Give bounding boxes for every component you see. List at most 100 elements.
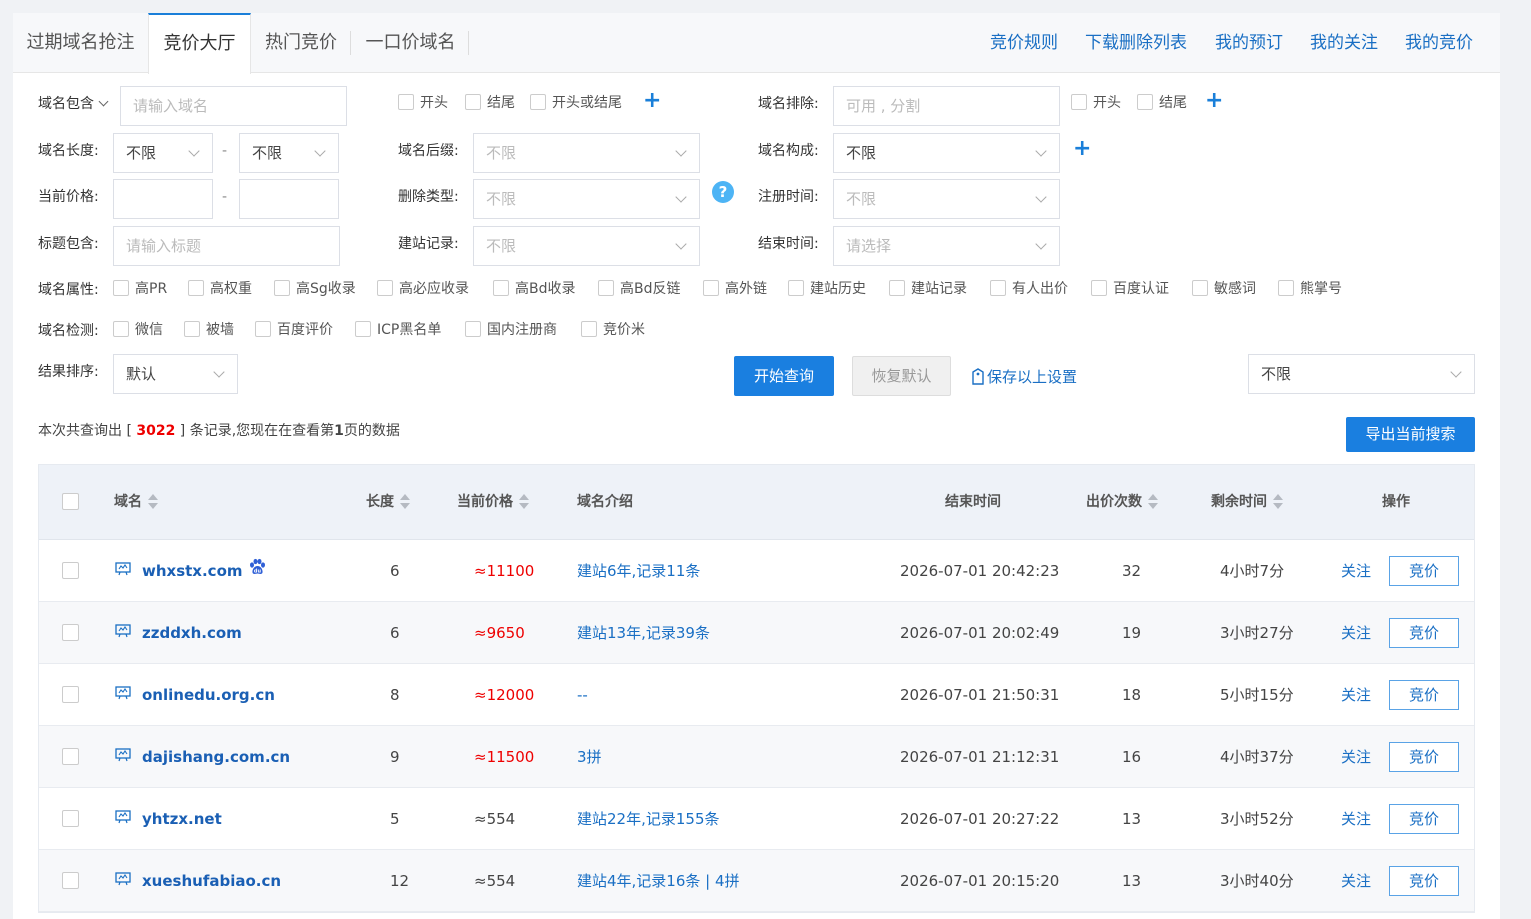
length-min-select[interactable]: 不限 bbox=[113, 133, 213, 173]
contain-end-checkbox[interactable]: 结尾 bbox=[465, 93, 515, 113]
link-auction-rules[interactable]: 竞价规则 bbox=[990, 13, 1058, 73]
link-my-bids[interactable]: 我的竞价 bbox=[1405, 13, 1473, 73]
attr-site-record[interactable]: 建站记录 bbox=[889, 279, 967, 299]
tab-expired-domains[interactable]: 过期域名抢注 bbox=[13, 13, 148, 73]
header-price[interactable]: 当前价格 bbox=[457, 465, 529, 540]
domain-link[interactable]: onlinedu.org.cn bbox=[142, 664, 275, 726]
chevron-down-icon[interactable] bbox=[98, 96, 109, 107]
attr-high-sg-index[interactable]: 高Sg收录 bbox=[274, 279, 356, 299]
domain-exclude-input[interactable]: 可用 , 分割 bbox=[833, 86, 1060, 126]
domain-intro[interactable]: 建站22年,记录155条 bbox=[577, 788, 720, 850]
domain-link[interactable]: zzddxh.com bbox=[142, 602, 242, 664]
site-record-select[interactable]: 不限 bbox=[473, 226, 700, 266]
bid-button[interactable]: 竞价 bbox=[1389, 556, 1459, 586]
site-preview-icon[interactable] bbox=[115, 810, 131, 824]
site-preview-icon[interactable] bbox=[115, 624, 131, 638]
bid-button[interactable]: 竞价 bbox=[1389, 742, 1459, 772]
reset-button[interactable]: 恢复默认 bbox=[852, 356, 951, 396]
attr-high-bd-backlinks[interactable]: 高Bd反链 bbox=[598, 279, 681, 299]
domain-link[interactable]: yhtzx.net bbox=[142, 788, 222, 850]
domain-link[interactable]: dajishang.com.cn bbox=[142, 726, 290, 788]
check-wechat[interactable]: 微信 bbox=[113, 320, 163, 340]
composition-select[interactable]: 不限 bbox=[833, 133, 1060, 173]
follow-button[interactable]: 关注 bbox=[1341, 726, 1371, 788]
add-exclude-icon[interactable]: + bbox=[1205, 90, 1223, 112]
follow-button[interactable]: 关注 bbox=[1341, 788, 1371, 850]
follow-button[interactable]: 关注 bbox=[1341, 602, 1371, 664]
attr-high-pr[interactable]: 高PR bbox=[113, 279, 167, 299]
attr-high-weight[interactable]: 高权重 bbox=[188, 279, 252, 299]
bid-button[interactable]: 竞价 bbox=[1389, 804, 1459, 834]
attr-has-bids[interactable]: 有人出价 bbox=[990, 279, 1068, 299]
contain-start-or-end-checkbox[interactable]: 开头或结尾 bbox=[530, 93, 622, 113]
sort-icon[interactable] bbox=[148, 494, 158, 510]
length-max-select[interactable]: 不限 bbox=[239, 133, 339, 173]
attr-sensitive-words[interactable]: 敏感词 bbox=[1192, 279, 1256, 299]
price-max-input[interactable] bbox=[239, 179, 339, 219]
row-checkbox[interactable] bbox=[62, 872, 79, 889]
check-domestic-registrar[interactable]: 国内注册商 bbox=[465, 320, 557, 340]
follow-button[interactable]: 关注 bbox=[1341, 664, 1371, 726]
site-preview-icon[interactable] bbox=[115, 748, 131, 762]
help-icon[interactable]: ? bbox=[712, 181, 734, 203]
delete-type-select[interactable]: 不限 bbox=[473, 179, 700, 219]
suffix-select[interactable]: 不限 bbox=[473, 133, 700, 173]
reg-time-select[interactable]: 不限 bbox=[833, 179, 1060, 219]
domain-intro[interactable]: 建站13年,记录39条 bbox=[577, 602, 710, 664]
end-time-select[interactable]: 请选择 bbox=[833, 226, 1060, 266]
link-download-delete-list[interactable]: 下载删除列表 bbox=[1085, 13, 1187, 73]
domain-intro[interactable]: -- bbox=[577, 664, 588, 726]
follow-button[interactable]: 关注 bbox=[1341, 540, 1371, 602]
sort-icon[interactable] bbox=[400, 494, 410, 510]
row-checkbox[interactable] bbox=[62, 562, 79, 579]
row-checkbox[interactable] bbox=[62, 810, 79, 827]
follow-button[interactable]: 关注 bbox=[1341, 850, 1371, 912]
contain-start-checkbox[interactable]: 开头 bbox=[398, 93, 448, 113]
header-remaining[interactable]: 剩余时间 bbox=[1211, 465, 1283, 540]
check-blocked[interactable]: 被墙 bbox=[184, 320, 234, 340]
attr-site-history[interactable]: 建站历史 bbox=[788, 279, 866, 299]
check-icp-blacklist[interactable]: ICP黑名单 bbox=[355, 320, 441, 340]
header-domain[interactable]: 域名 bbox=[114, 465, 158, 540]
domain-link[interactable]: xueshufabiao.cn bbox=[142, 850, 281, 912]
title-input[interactable]: 请输入标题 bbox=[113, 226, 340, 266]
attr-bear-paw[interactable]: 熊掌号 bbox=[1278, 279, 1342, 299]
tab-fixed-price[interactable]: 一口价域名 bbox=[353, 13, 468, 73]
bid-button[interactable]: 竞价 bbox=[1389, 866, 1459, 896]
check-baidu-rating[interactable]: 百度评价 bbox=[255, 320, 333, 340]
domain-intro[interactable]: 建站6年,记录11条 bbox=[577, 540, 700, 602]
select-all-checkbox[interactable] bbox=[62, 493, 79, 510]
link-my-follows[interactable]: 我的关注 bbox=[1310, 13, 1378, 73]
site-preview-icon[interactable] bbox=[115, 872, 131, 886]
export-button[interactable]: 导出当前搜索 bbox=[1346, 417, 1475, 452]
search-button[interactable]: 开始查询 bbox=[734, 356, 834, 396]
row-checkbox[interactable] bbox=[62, 686, 79, 703]
header-length[interactable]: 长度 bbox=[366, 465, 410, 540]
attr-high-external-links[interactable]: 高外链 bbox=[703, 279, 767, 299]
save-settings-link[interactable]: 保存以上设置 bbox=[971, 366, 1077, 389]
sort-icon[interactable] bbox=[519, 494, 529, 510]
domain-link[interactable]: whxstx.com du bbox=[142, 540, 267, 602]
site-preview-icon[interactable] bbox=[115, 562, 131, 576]
sort-icon[interactable] bbox=[1273, 494, 1283, 510]
domain-intro[interactable]: 3拼 bbox=[577, 726, 602, 788]
bid-button[interactable]: 竞价 bbox=[1389, 680, 1459, 710]
extra-filter-select[interactable]: 不限 bbox=[1248, 354, 1475, 394]
domain-contains-input[interactable]: 请输入域名 bbox=[120, 86, 347, 126]
link-my-reservations[interactable]: 我的预订 bbox=[1215, 13, 1283, 73]
check-jingjiami[interactable]: 竞价米 bbox=[581, 320, 645, 340]
domain-intro[interactable]: 建站4年,记录16条 | 4拼 bbox=[577, 850, 740, 912]
price-min-input[interactable] bbox=[113, 179, 213, 219]
add-composition-icon[interactable]: + bbox=[1073, 138, 1091, 160]
tab-hot-auction[interactable]: 热门竞价 bbox=[251, 13, 351, 73]
exclude-end-checkbox[interactable]: 结尾 bbox=[1137, 93, 1187, 113]
header-bids[interactable]: 出价次数 bbox=[1086, 465, 1158, 540]
row-checkbox[interactable] bbox=[62, 748, 79, 765]
exclude-start-checkbox[interactable]: 开头 bbox=[1071, 93, 1121, 113]
bid-button[interactable]: 竞价 bbox=[1389, 618, 1459, 648]
sort-icon[interactable] bbox=[1148, 494, 1158, 510]
tab-auction-hall[interactable]: 竞价大厅 bbox=[148, 13, 251, 74]
row-checkbox[interactable] bbox=[62, 624, 79, 641]
attr-baidu-certified[interactable]: 百度认证 bbox=[1091, 279, 1169, 299]
site-preview-icon[interactable] bbox=[115, 686, 131, 700]
